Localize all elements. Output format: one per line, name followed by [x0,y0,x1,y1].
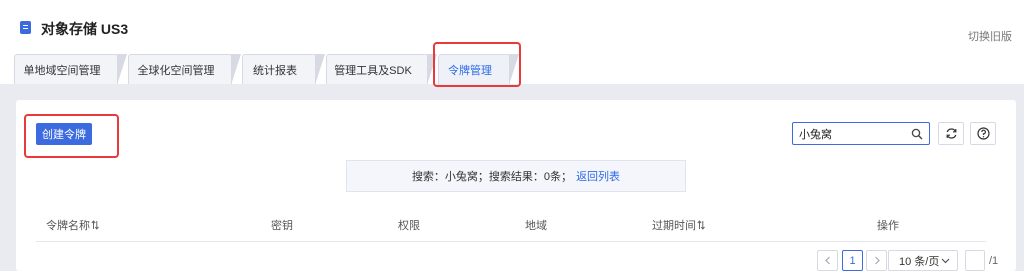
column-header-region: 地域 [525,217,547,233]
tab-label: 单地域空间管理 [23,64,101,77]
switch-old-version-link[interactable]: 切换旧版 [968,28,1012,44]
column-label: 密钥 [271,220,293,232]
column-label: 令牌名称 [46,220,90,232]
column-header-key: 密钥 [271,217,293,233]
column-header-expire-time[interactable]: 过期时间 [652,217,705,233]
search-result-notice: 搜索：小兔窝；搜索结果：0条； 返回列表 [346,160,686,192]
tab-label: 统计报表 [253,64,297,77]
column-header-permission: 权限 [398,217,420,233]
tab-label: 全球化空间管理 [137,64,215,77]
tab-label: 管理工具及SDK [334,64,412,77]
search-box[interactable] [792,122,930,145]
chevron-down-icon [941,258,950,264]
chevron-left-icon [824,256,830,265]
help-icon [976,127,990,140]
column-label: 权限 [398,220,420,232]
column-label: 地域 [525,220,547,232]
prev-page-button[interactable] [817,250,838,271]
next-page-button[interactable] [866,250,887,271]
tab-statistics[interactable]: 统计报表 [242,54,325,85]
column-label: 操作 [877,220,899,232]
search-input[interactable] [799,126,907,141]
sort-icon[interactable] [91,220,99,230]
page-title: 对象存储 US3 [41,21,129,37]
sort-icon[interactable] [697,220,705,230]
search-result-text: 搜索：小兔窝；搜索结果：0条； [411,171,573,183]
create-button-highlight-box [24,114,119,158]
page-total: /1 [989,255,999,267]
tab-tools-sdk[interactable]: 管理工具及SDK [326,54,437,85]
document-icon [20,21,31,34]
page-size-select[interactable]: 10 条/页 [888,250,958,271]
back-to-list-link[interactable]: 返回列表 [576,168,620,184]
column-label: 过期时间 [652,220,696,232]
page-jump-input[interactable] [965,250,985,271]
column-header-actions: 操作 [877,217,899,233]
search-icon[interactable] [911,128,923,140]
help-button[interactable] [970,122,996,145]
page-number-button[interactable]: 1 [842,250,863,271]
page-size-value: 10 条/页 [899,255,940,268]
table-header-divider [36,241,986,242]
refresh-icon [946,128,956,139]
column-header-token-name[interactable]: 令牌名称 [46,217,99,233]
tab-highlight-box [433,42,521,87]
tab-single-region-space[interactable]: 单地域空间管理 [14,54,127,85]
chevron-right-icon [874,256,880,265]
refresh-button[interactable] [938,122,964,145]
tab-global-space[interactable]: 全球化空间管理 [128,54,241,85]
